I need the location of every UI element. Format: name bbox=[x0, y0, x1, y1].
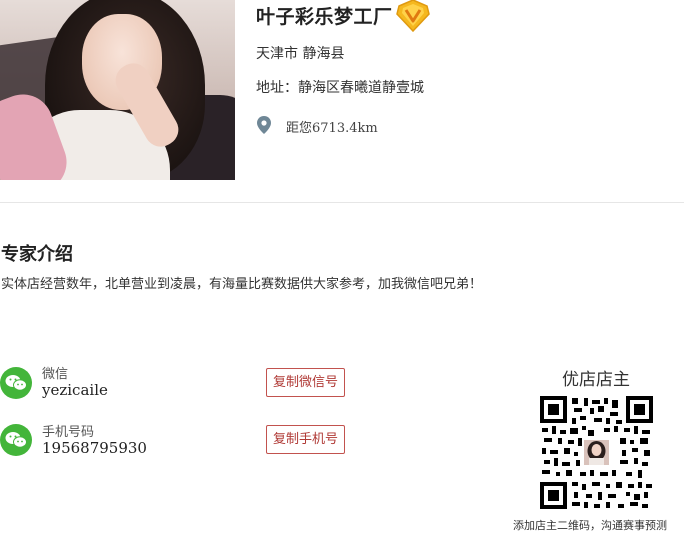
wechat-icon bbox=[0, 424, 32, 456]
store-location: 天津市 静海县 bbox=[256, 46, 345, 62]
wechat-label: 微信 bbox=[42, 367, 69, 382]
wechat-id: yezicaile bbox=[42, 381, 108, 399]
copy-wechat-button[interactable]: 复制微信号 bbox=[266, 368, 346, 397]
copy-phone-button[interactable]: 复制手机号 bbox=[266, 425, 346, 454]
wechat-icon bbox=[0, 367, 32, 399]
expert-intro: 实体店经营数年，北单营业到凌晨，有海量比赛数据供大家参考，加我微信吧兄弟！ bbox=[1, 277, 483, 292]
store-name: 叶子彩乐梦工厂 bbox=[256, 7, 393, 28]
qr-caption: 添加店主二维码，沟通赛事预测 bbox=[513, 519, 667, 532]
owner-title: 优店店主 bbox=[562, 370, 630, 390]
owner-qr-code bbox=[540, 396, 653, 509]
location-pin-icon bbox=[257, 116, 271, 134]
store-photo bbox=[0, 0, 235, 180]
store-distance: 距您6713.4km bbox=[286, 121, 378, 136]
divider bbox=[0, 202, 684, 203]
phone-label: 手机号码 bbox=[42, 425, 95, 440]
phone-number: 19568795930 bbox=[42, 439, 147, 457]
v-verified-badge-icon bbox=[396, 0, 430, 32]
expert-heading: 专家介绍 bbox=[1, 244, 73, 265]
store-address: 地址：静海区春曦道静壹城 bbox=[256, 80, 424, 96]
